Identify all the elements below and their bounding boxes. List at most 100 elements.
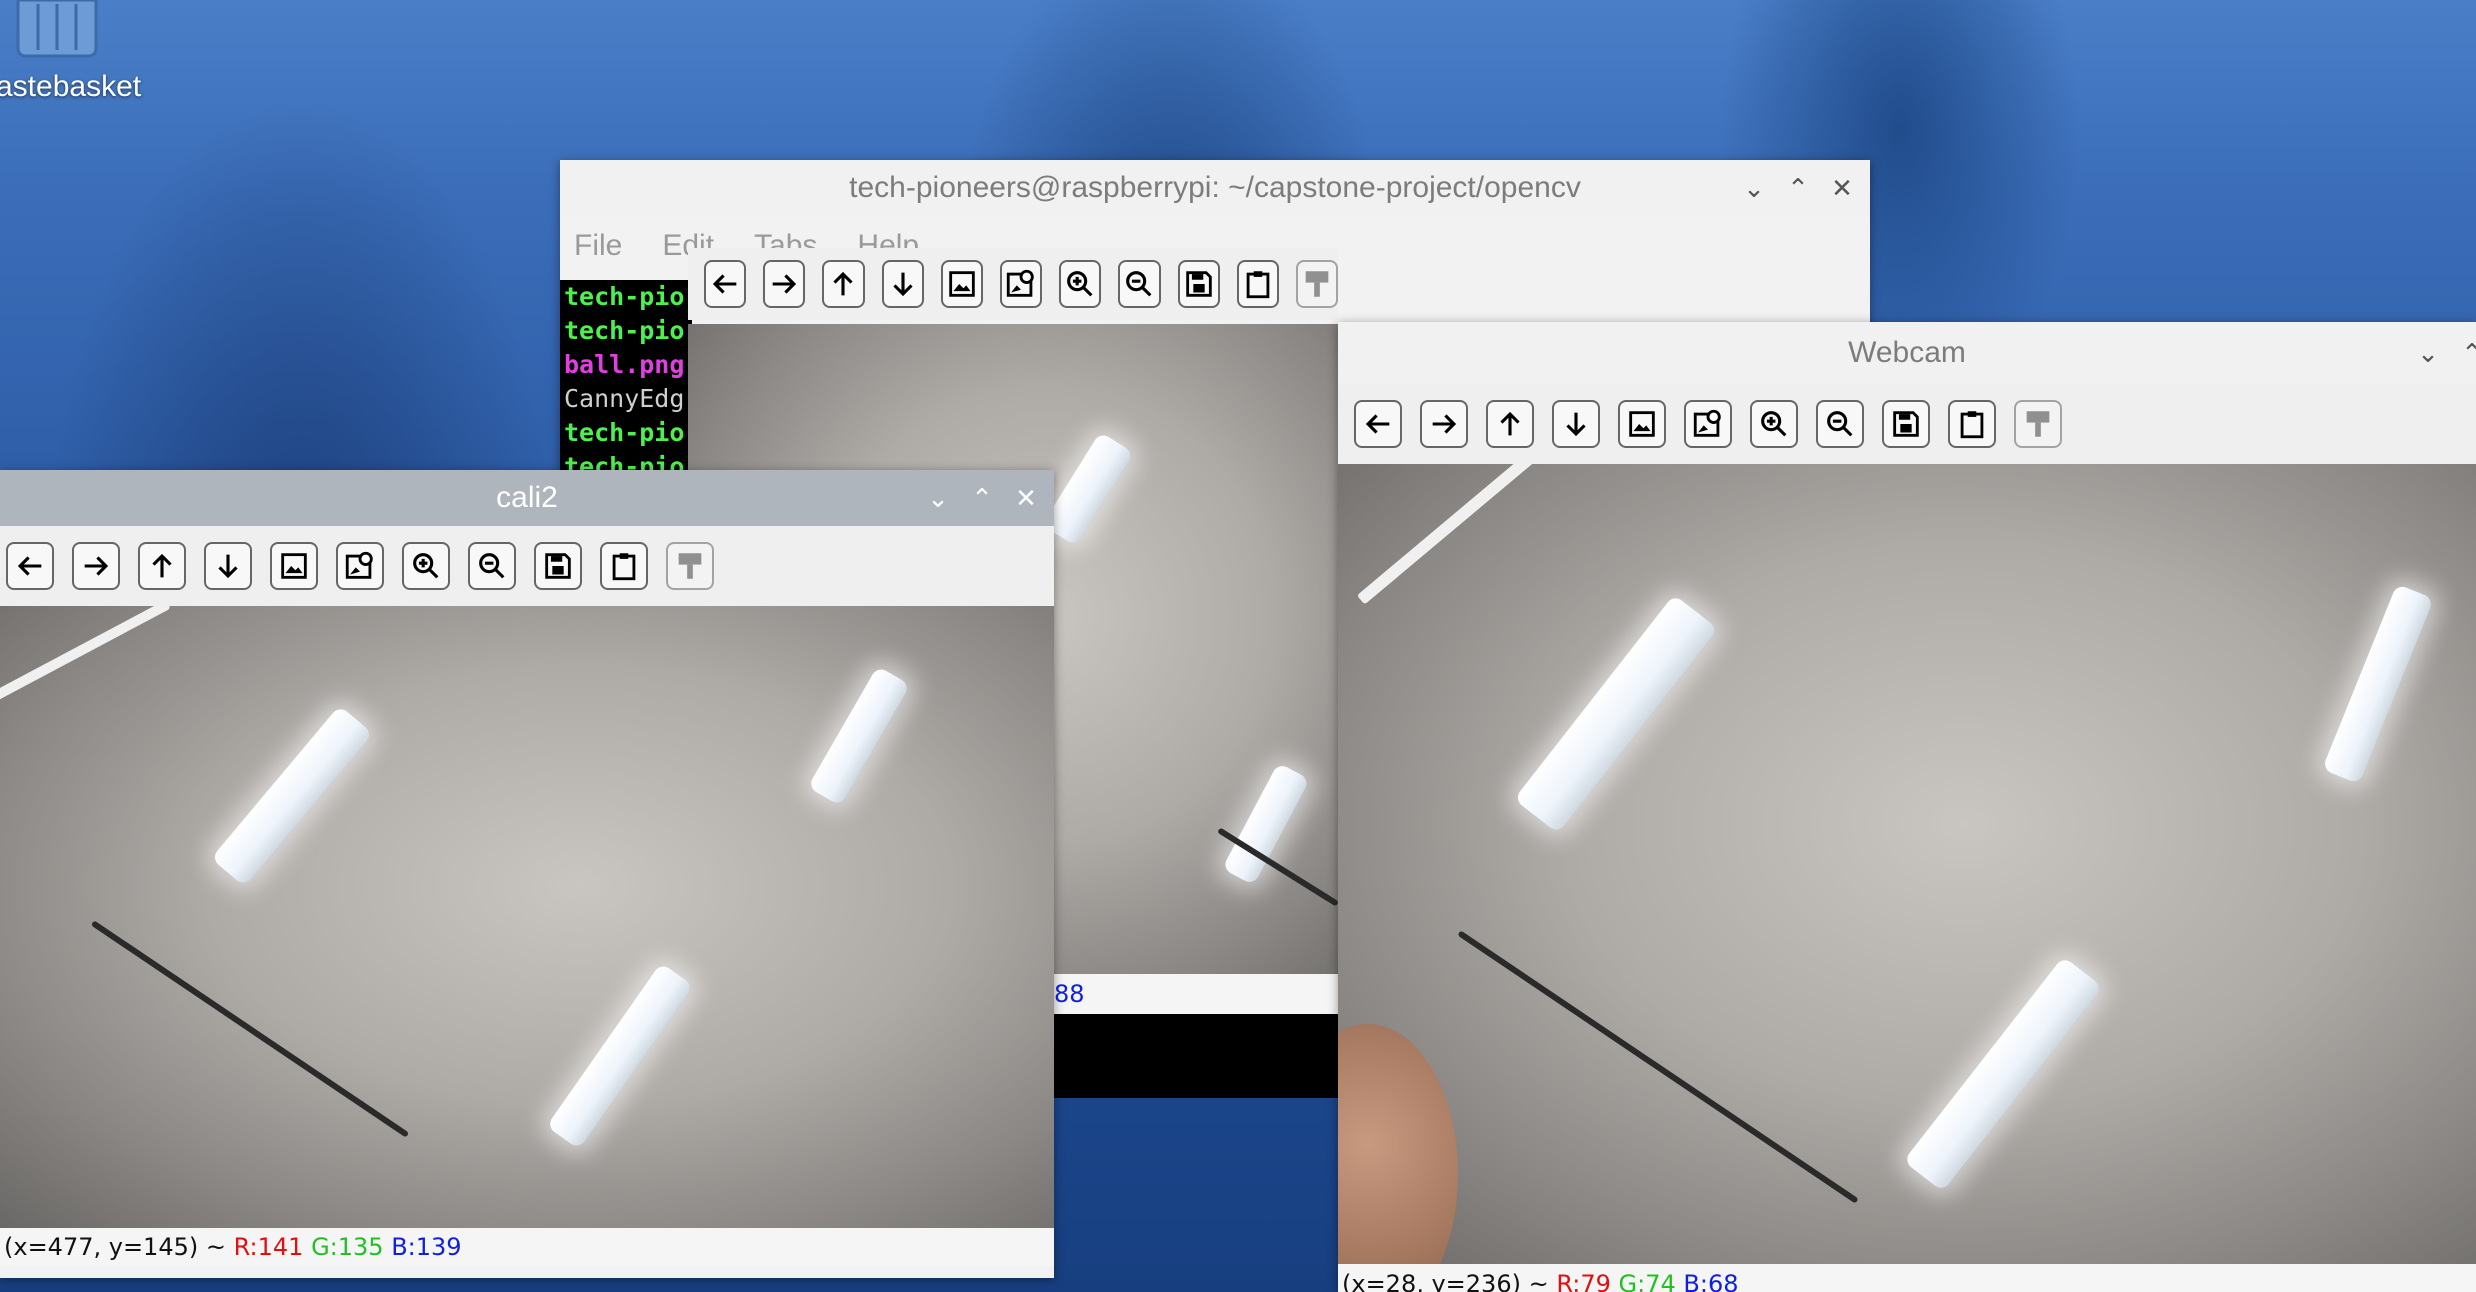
zoom-out-icon (1126, 271, 1152, 297)
zoom-to-rect-button[interactable] (336, 542, 384, 590)
pan-down-button[interactable] (1552, 400, 1600, 448)
arrow-right-icon (772, 274, 797, 294)
zoom-in-icon (1067, 271, 1093, 297)
paint-brush-icon (1305, 271, 1329, 297)
arrow-up-icon (833, 271, 854, 296)
arrow-right-icon (1432, 414, 1457, 434)
zoom-out-icon (1827, 411, 1853, 437)
middle-black-strip (1054, 1014, 1338, 1098)
wastebasket-label: astebasket (0, 70, 142, 103)
terminal-line: tech-pio (564, 418, 685, 447)
arrow-down-icon (1566, 412, 1586, 437)
middle-status-partial: 88 (1054, 980, 1085, 1008)
trash-icon (16, 0, 98, 58)
terminal-line: CannyEdg (564, 384, 685, 413)
clipboard-icon (1960, 411, 1984, 439)
pan-down-button[interactable] (204, 542, 252, 590)
blue-value: B:139 (391, 1233, 462, 1261)
zoom-image-icon (1006, 269, 1034, 297)
zoom-image-icon (1693, 409, 1721, 437)
paint-brush-icon (678, 553, 702, 579)
green-value: G:135 (311, 1233, 384, 1261)
pan-left-button[interactable] (6, 542, 54, 590)
copy-clipboard-button[interactable] (1236, 260, 1279, 308)
maximize-icon[interactable]: ⌃ (2458, 338, 2476, 369)
image-icon (281, 553, 307, 579)
ceiling-light (546, 962, 694, 1150)
arrow-up-icon (1500, 411, 1520, 436)
cali2-title: cali2 (496, 481, 558, 514)
webcam-title: Webcam (1848, 336, 1966, 369)
cali2-titlebar[interactable]: cali2 ⌄ ⌃ ✕ (0, 470, 1054, 526)
properties-button[interactable] (666, 542, 714, 590)
pan-left-button[interactable] (704, 260, 747, 308)
red-value: R:141 (233, 1233, 304, 1261)
maximize-icon[interactable]: ⌃ (968, 483, 996, 514)
pan-up-button[interactable] (822, 260, 865, 308)
arrow-left-icon (712, 274, 737, 294)
save-button[interactable] (534, 542, 582, 590)
reset-zoom-button[interactable] (270, 542, 318, 590)
clipboard-icon (612, 553, 636, 581)
wastebasket-desktop-icon[interactable]: astebasket (0, 0, 141, 103)
zoom-in-button[interactable] (1059, 260, 1102, 308)
minimize-icon[interactable]: ⌄ (2414, 338, 2442, 369)
terminal-title: tech-pioneers@raspberrypi: ~/capstone-pr… (849, 171, 1581, 204)
zoom-out-button[interactable] (1816, 400, 1864, 448)
save-button[interactable] (1882, 400, 1930, 448)
webcam-titlebar[interactable]: Webcam ⌄ ⌃ (1338, 322, 2476, 384)
ceiling-light (1903, 956, 2103, 1192)
zoom-out-button[interactable] (1118, 260, 1161, 308)
ceiling-light (210, 705, 374, 887)
zoom-in-button[interactable] (402, 542, 450, 590)
image-icon (1629, 411, 1655, 437)
pan-left-button[interactable] (1354, 400, 1402, 448)
cali2-image-canvas[interactable] (0, 606, 1054, 1228)
minimize-icon[interactable]: ⌄ (924, 483, 952, 514)
save-icon (1893, 411, 1919, 437)
properties-button[interactable] (1295, 260, 1338, 308)
webcam-window: Webcam ⌄ ⌃ (x=28, y=236) ~ R:79 G:74 B:6… (1338, 322, 2476, 1292)
ceiling-light (2321, 583, 2435, 785)
reset-zoom-button[interactable] (940, 260, 983, 308)
image-icon (949, 271, 975, 297)
maximize-icon[interactable]: ⌃ (1784, 173, 1812, 204)
properties-button[interactable] (2014, 400, 2062, 448)
webcam-image-canvas[interactable] (1338, 464, 2476, 1264)
zoom-to-rect-button[interactable] (999, 260, 1043, 308)
window-frame (1356, 464, 1580, 605)
zoom-to-rect-button[interactable] (1684, 400, 1732, 448)
zoom-image-icon (345, 551, 373, 579)
close-icon[interactable]: ✕ (1012, 483, 1040, 514)
pan-right-button[interactable] (1420, 400, 1468, 448)
pan-down-button[interactable] (881, 260, 924, 308)
ceiling-beam (1457, 930, 1859, 1204)
pan-up-button[interactable] (1486, 400, 1534, 448)
pan-right-button[interactable] (72, 542, 120, 590)
save-icon (1185, 271, 1212, 297)
copy-clipboard-button[interactable] (600, 542, 648, 590)
cursor-coords: (x=477, y=145) ~ (4, 1233, 234, 1261)
zoom-in-button[interactable] (1750, 400, 1798, 448)
pan-right-button[interactable] (763, 260, 806, 308)
arrow-left-icon (17, 556, 42, 576)
save-icon (545, 553, 571, 579)
ceiling-light (807, 665, 911, 807)
terminal-line: tech-pio (564, 282, 685, 311)
copy-clipboard-button[interactable] (1948, 400, 1996, 448)
pan-up-button[interactable] (138, 542, 186, 590)
reset-zoom-button[interactable] (1618, 400, 1666, 448)
cali2-toolbar (0, 526, 1054, 606)
menu-file[interactable]: File (574, 229, 622, 263)
ceiling-beam (90, 920, 410, 1138)
zoom-out-icon (479, 553, 505, 579)
minimize-icon[interactable]: ⌄ (1740, 173, 1768, 204)
terminal-titlebar[interactable]: tech-pioneers@raspberrypi: ~/capstone-pr… (560, 160, 1870, 216)
red-value: R:79 (1556, 1270, 1611, 1292)
save-button[interactable] (1177, 260, 1220, 308)
webcam-statusbar: (x=28, y=236) ~ R:79 G:74 B:68 (1338, 1264, 2476, 1292)
close-icon[interactable]: ✕ (1828, 173, 1856, 204)
terminal-line: ball.png (564, 350, 685, 379)
cali2-statusbar: (x=477, y=145) ~ R:141 G:135 B:139 (0, 1228, 1054, 1266)
zoom-out-button[interactable] (468, 542, 516, 590)
